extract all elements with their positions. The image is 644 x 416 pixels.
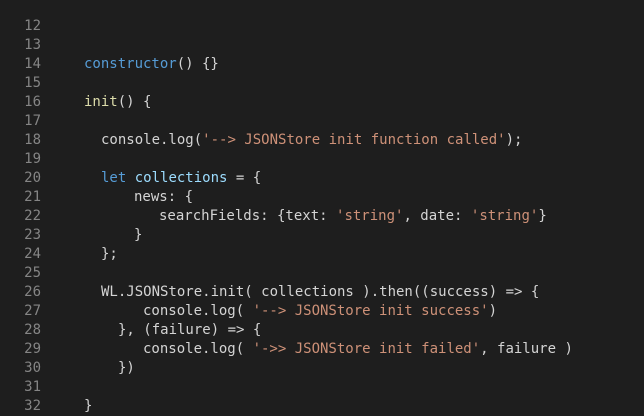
- code-line[interactable]: 32 }: [0, 378, 644, 414]
- code-line[interactable]: 15 init() {: [0, 55, 644, 110]
- code-line[interactable]: 26 console.log( '--> JSONStore init succ…: [0, 264, 644, 319]
- code-line[interactable]: 24: [0, 226, 644, 262]
- code-line[interactable]: 19 let collections = {: [0, 131, 644, 186]
- code-line[interactable]: 23 };: [0, 207, 644, 262]
- code-line[interactable]: 31 }: [0, 359, 644, 414]
- code-line[interactable]: 12: [0, 0, 644, 34]
- code-line[interactable]: 28 console.log( '->> JSONStore init fail…: [0, 302, 644, 357]
- code-line[interactable]: 33: [0, 397, 644, 416]
- code-line[interactable]: 29 }): [0, 321, 644, 376]
- code-line[interactable]: 14: [0, 36, 644, 72]
- code-line[interactable]: 20 news: {: [0, 150, 644, 205]
- code-line[interactable]: 30: [0, 340, 644, 376]
- code-line[interactable]: 18: [0, 112, 644, 148]
- code-editor[interactable]: 12 13 constructor() {} 14 15 init() { 16…: [0, 0, 644, 416]
- code-line[interactable]: 13 constructor() {}: [0, 17, 644, 72]
- code-line[interactable]: 22 }: [0, 188, 644, 243]
- code-line[interactable]: 17 console.log('--> JSONStore init funct…: [0, 93, 644, 148]
- code-line[interactable]: 21 searchFields: {text: 'string', date: …: [0, 169, 644, 224]
- code-line[interactable]: 16: [0, 74, 644, 110]
- code-line[interactable]: 27 }, (failure) => {: [0, 283, 644, 338]
- code-line[interactable]: 25 WL.JSONStore.init( collections ).then…: [0, 245, 644, 300]
